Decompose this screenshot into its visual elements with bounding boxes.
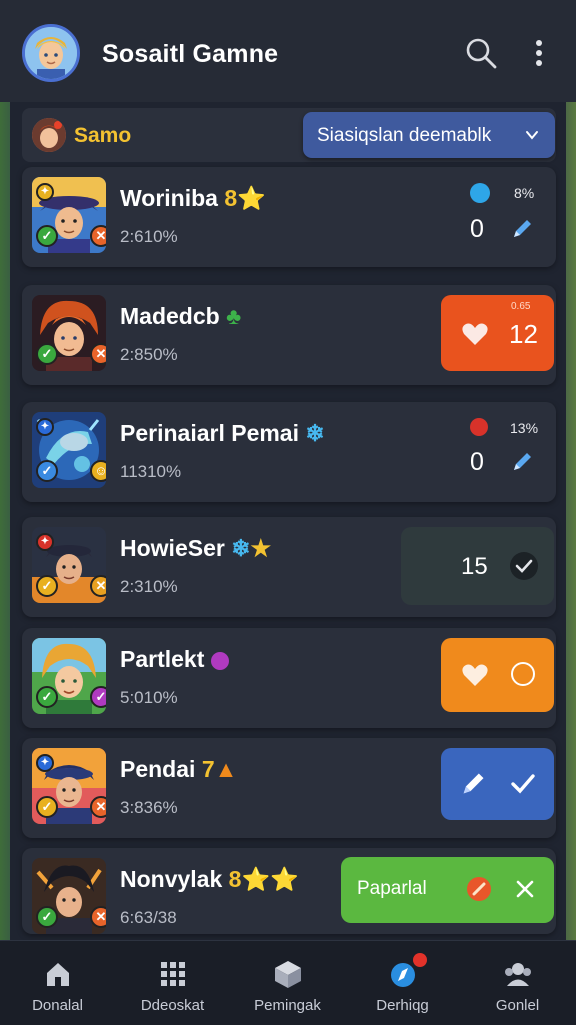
player-name: Worinibа 8⭐	[120, 185, 266, 211]
cross-badge-icon: ✕	[90, 906, 106, 928]
player-percent: 5:010%	[120, 688, 178, 707]
player-card[interactable]: ✦ ✓ ✕ Worinibа 8⭐ 2:610% 8% 0	[22, 167, 556, 267]
nav-item-compass[interactable]: Derhiqg	[345, 941, 460, 1025]
nav-item-home[interactable]: Donalal	[0, 941, 115, 1025]
edit-icon[interactable]	[510, 217, 534, 246]
user-group-icon	[503, 959, 533, 989]
nav-item-community[interactable]: Gonlel	[460, 941, 575, 1025]
small-value: 0.65	[511, 301, 531, 312]
player-card[interactable]: ✓ ✓ Partlekt 5:010%	[22, 628, 556, 728]
nav-label: Donalal	[32, 997, 83, 1014]
close-icon[interactable]	[515, 879, 535, 904]
user-name: Samo	[74, 124, 132, 147]
nav-label: Derhiqg	[376, 997, 429, 1014]
rank-icon: ✦	[36, 533, 54, 551]
app-title: Sosaitl Gamne	[102, 40, 279, 68]
rocket-icon	[465, 875, 493, 908]
check-circle-icon[interactable]	[509, 551, 539, 586]
rank-icon: ✦	[36, 754, 54, 772]
edit-icon[interactable]	[459, 770, 487, 803]
search-icon[interactable]	[464, 36, 498, 70]
more-vertical-icon[interactable]	[528, 38, 550, 70]
check-badge-icon: ✓	[36, 686, 58, 708]
heart-icon	[461, 662, 489, 693]
player-portrait: ✓ ✕	[32, 295, 106, 371]
notification-dot-icon	[413, 953, 427, 967]
stat-top: 8%	[514, 185, 535, 201]
check-badge-icon: ✓	[36, 343, 58, 365]
score-box[interactable]: 15	[401, 527, 554, 605]
like-count: 12	[509, 319, 538, 349]
player-percent: 2:610%	[120, 227, 178, 246]
circle-icon	[511, 662, 535, 686]
profile-avatar[interactable]	[22, 24, 80, 82]
player-card[interactable]: ✦ ✓ ✕ HowieSer ❄★ 2:310% 15	[22, 517, 556, 617]
stat-bottom: 0	[470, 448, 484, 476]
player-card[interactable]: ✓ ✕ Madedcb ♣ 2:850% 0.65 12	[22, 285, 556, 385]
cross-badge-icon: ✕	[90, 225, 106, 247]
player-portrait: ✦ ✓ ✕	[32, 748, 106, 824]
nav-label: Pemingak	[254, 997, 321, 1014]
player-name: Perinaiarl Pemai ❄	[120, 420, 325, 446]
player-card[interactable]: ✦ ✓ ✕ Pendai 7▲ 3:836%	[22, 738, 556, 838]
player-percent: 3:836%	[120, 798, 178, 817]
filter-bar: Samo Siasiqslan deemablk	[22, 108, 556, 162]
player-percent: 2:850%	[120, 345, 178, 364]
dropdown-label: Siasiqslan deemablk	[317, 125, 492, 146]
check-icon[interactable]	[509, 770, 537, 803]
stat-bottom: 0	[470, 215, 484, 243]
player-percent: 6:63/38	[120, 908, 177, 927]
rank-icon: ✦	[36, 418, 54, 436]
user-avatar[interactable]	[32, 118, 66, 152]
water-drop-icon	[470, 183, 490, 203]
top-app-bar: Sosaitl Gamne	[0, 0, 576, 102]
cross-badge-icon: ✕	[90, 343, 106, 365]
player-portrait: ✦ ✓ ✕	[32, 527, 106, 603]
smile-badge-icon: ☺	[90, 460, 106, 482]
player-name: Nonvylak 8⭐⭐	[120, 866, 299, 892]
score-value: 15	[461, 553, 488, 580]
player-name: Pendai 7▲	[120, 756, 238, 782]
cross-badge-icon: ✕	[90, 575, 106, 597]
bottom-navigation: Donalal Ddeoskat Pemingak Derhiqg Gonlel	[0, 940, 576, 1025]
cross-badge-icon: ✕	[90, 796, 106, 818]
check-badge-icon: ✓	[36, 796, 58, 818]
player-name: HowieSer ❄★	[120, 535, 272, 561]
heart-alert-icon	[470, 418, 488, 436]
status-label: Paparlal	[357, 878, 427, 899]
check-badge-icon: ✓	[36, 906, 58, 928]
heart-icon	[461, 321, 489, 352]
player-portrait: ✓ ✓	[32, 638, 106, 714]
check-badge-icon: ✓	[90, 686, 106, 708]
player-portrait: ✦ ✓ ✕	[32, 177, 106, 253]
player-percent: 11310%	[120, 462, 182, 481]
chevron-down-icon	[525, 128, 539, 142]
player-name: Madedcb ♣	[120, 303, 242, 329]
check-badge-icon: ✓	[36, 460, 58, 482]
home-icon	[43, 959, 73, 989]
status-pill[interactable]: Paparlal	[341, 857, 554, 923]
player-percent: 2:310%	[120, 577, 178, 596]
grid-icon	[158, 959, 188, 989]
rank-icon: ✦	[36, 183, 54, 201]
nav-item-grid[interactable]: Ddeoskat	[115, 941, 230, 1025]
nav-label: Gonlel	[495, 997, 540, 1014]
check-badge-icon: ✓	[36, 225, 58, 247]
edit-icon[interactable]	[510, 450, 534, 479]
stat-top: 13%	[510, 420, 539, 436]
cube-icon	[273, 959, 303, 989]
nav-label: Ddeoskat	[140, 997, 205, 1014]
edit-confirm-box[interactable]	[441, 748, 554, 820]
player-portrait: ✓ ✕	[32, 858, 106, 934]
sort-dropdown[interactable]: Siasiqslan deemablk	[303, 112, 555, 158]
player-card[interactable]: ✓ ✕ Nonvylak 8⭐⭐ 6:63/38 Paparlal	[22, 848, 556, 934]
like-action-box[interactable]	[441, 638, 554, 712]
player-portrait: ✦ ✓ ☺	[32, 412, 106, 488]
player-name: Partlekt	[120, 646, 229, 673]
check-badge-icon: ✓	[36, 575, 58, 597]
nav-item-cube[interactable]: Pemingak	[230, 941, 345, 1025]
player-card[interactable]: ✦ ✓ ☺ Perinaiarl Pemai ❄ 11310% 13% 0	[22, 402, 556, 502]
like-action-box[interactable]: 0.65 12	[441, 295, 554, 371]
